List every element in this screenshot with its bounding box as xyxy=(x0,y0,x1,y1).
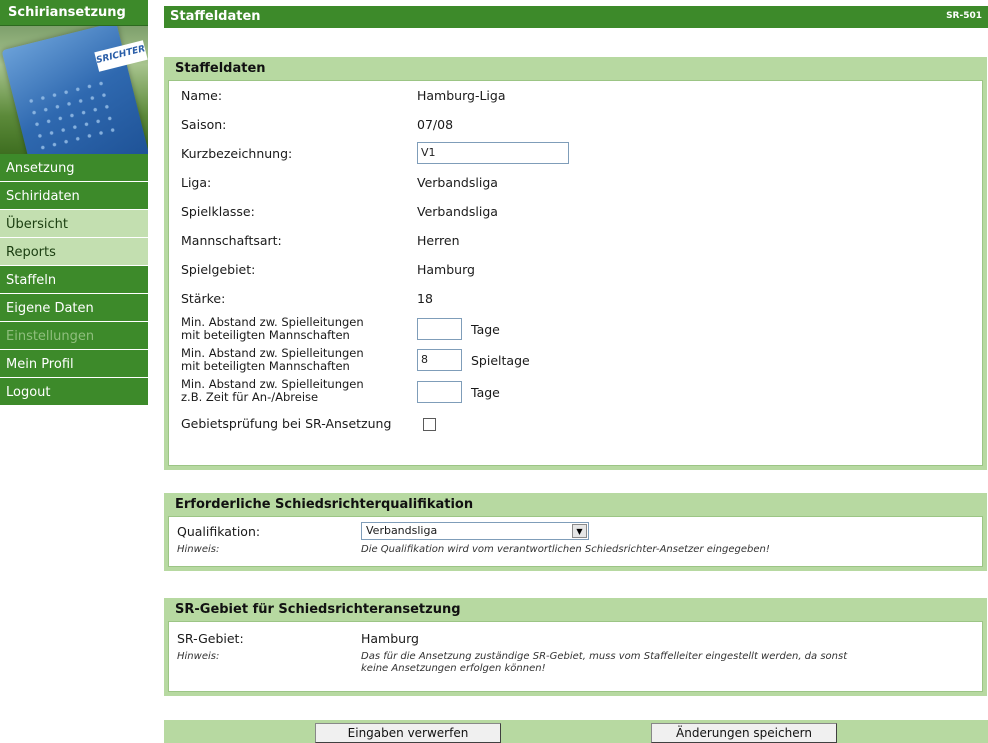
row-saison: Saison: 07/08 xyxy=(169,110,982,139)
abstand-3-unit: Tage xyxy=(471,385,500,400)
abstand-1-label-line2: mit beteiligten Mannschaften xyxy=(181,328,350,342)
srgebiet-row: SR-Gebiet: Hamburg xyxy=(169,628,982,648)
staffeldaten-panel-title: Staffeldaten xyxy=(175,61,266,76)
qualifikation-panel: Erforderliche Schiedsrichterqualifikatio… xyxy=(164,493,987,571)
sidebar-item-ansetzung[interactable]: Ansetzung xyxy=(0,154,148,182)
staerke-value: 18 xyxy=(417,291,433,306)
gebietspruefung-label: Gebietsprüfung bei SR-Ansetzung xyxy=(181,416,392,431)
liga-value: Verbandsliga xyxy=(417,175,498,190)
discard-button[interactable]: Eingaben verwerfen xyxy=(315,723,501,743)
abstand-2-label: Min. Abstand zw. Spielleitungen mit bete… xyxy=(181,347,364,373)
abstand-3-label-line2: z.B. Zeit für An-/Abreise xyxy=(181,390,319,404)
row-mannschaftsart: Mannschaftsart: Herren xyxy=(169,226,982,255)
srgebiet-panel-title: SR-Gebiet für Schiedsrichteransetzung xyxy=(175,602,461,617)
row-kurzbezeichnung: Kurzbezeichnung: V1 xyxy=(169,139,982,168)
srgebiet-hint-label: Hinweis: xyxy=(177,651,220,662)
row-gebietspruefung: Gebietsprüfung bei SR-Ansetzung xyxy=(169,409,982,438)
spielklasse-value: Verbandsliga xyxy=(417,204,498,219)
spielgebiet-value: Hamburg xyxy=(417,262,475,277)
qualifikation-hint-label: Hinweis: xyxy=(177,544,220,555)
kurzbezeichnung-input[interactable]: V1 xyxy=(417,142,569,164)
qualifikation-row: Qualifikation: Verbandsliga ▼ xyxy=(169,521,982,541)
qualifikation-select[interactable]: Verbandsliga ▼ xyxy=(361,522,589,540)
saison-value: 07/08 xyxy=(417,117,454,132)
abstand-2-label-line2: mit beteiligten Mannschaften xyxy=(181,359,350,373)
sidebar-item-reports[interactable]: Reports xyxy=(0,238,148,266)
abstand-3-label: Min. Abstand zw. Spielleitungen z.B. Zei… xyxy=(181,378,364,404)
kurzbezeichnung-label: Kurzbezeichnung: xyxy=(181,146,293,161)
qualifikation-panel-body: Qualifikation: Verbandsliga ▼ Hinweis: D… xyxy=(168,516,983,567)
liga-label: Liga: xyxy=(181,175,212,190)
abstand-3-input[interactable] xyxy=(417,381,462,403)
qualifikation-hint-row: Hinweis: Die Qualifikation wird vom vera… xyxy=(169,541,982,561)
name-value: Hamburg-Liga xyxy=(417,88,506,103)
row-liga: Liga: Verbandsliga xyxy=(169,168,982,197)
dropdown-arrow-icon[interactable]: ▼ xyxy=(572,524,587,538)
abstand-2-unit: Spieltage xyxy=(471,353,530,368)
sidebar-item-mein-profil[interactable]: Mein Profil xyxy=(0,350,148,378)
srgebiet-panel-body: SR-Gebiet: Hamburg Hinweis: Das für die … xyxy=(168,621,983,692)
srgebiet-value: Hamburg xyxy=(361,631,419,646)
name-label: Name: xyxy=(181,88,223,103)
row-spielgebiet: Spielgebiet: Hamburg xyxy=(169,255,982,284)
page-title: Staffeldaten xyxy=(170,9,261,24)
mannschaftsart-value: Herren xyxy=(417,233,460,248)
sidebar-item-eigene-daten[interactable]: Eigene Daten xyxy=(0,294,148,322)
page-code: SR-501 xyxy=(946,11,982,21)
sidebar-title: Schiriansetzung xyxy=(0,0,148,26)
sidebar-item-staffeln[interactable]: Staffeln xyxy=(0,266,148,294)
qualifikation-label: Qualifikation: xyxy=(177,524,261,539)
abstand-1-input[interactable] xyxy=(417,318,462,340)
qualifikation-selected-value: Verbandsliga xyxy=(366,524,438,537)
row-spielklasse: Spielklasse: Verbandsliga xyxy=(169,197,982,226)
staerke-label: Stärke: xyxy=(181,291,226,306)
sidebar-logo-image: SRICHTER xyxy=(0,26,148,154)
abstand-1-label: Min. Abstand zw. Spielleitungen mit bete… xyxy=(181,316,364,342)
footer-bar: Eingaben verwerfen Änderungen speichern xyxy=(164,720,988,743)
abstand-2-input[interactable]: 8 xyxy=(417,349,462,371)
sidebar-item-logout[interactable]: Logout xyxy=(0,378,148,406)
staffeldaten-panel-body: Name: Hamburg-Liga Saison: 07/08 Kurzbez… xyxy=(168,80,983,466)
spielklasse-label: Spielklasse: xyxy=(181,204,255,219)
srgebiet-label: SR-Gebiet: xyxy=(177,631,244,646)
qualifikation-hint-text: Die Qualifikation wird vom verantwortlic… xyxy=(361,544,770,555)
row-staerke: Stärke: 18 xyxy=(169,284,982,313)
staffeldaten-panel: Staffeldaten Name: Hamburg-Liga Saison: … xyxy=(164,57,987,470)
qualifikation-panel-title: Erforderliche Schiedsrichterqualifikatio… xyxy=(175,497,474,512)
srgebiet-panel: SR-Gebiet für Schiedsrichteransetzung SR… xyxy=(164,598,987,696)
srgebiet-hint-row: Hinweis: Das für die Ansetzung zuständig… xyxy=(169,648,982,680)
row-abstand-3: Min. Abstand zw. Spielleitungen z.B. Zei… xyxy=(169,375,982,409)
sidebar-item-schiridaten[interactable]: Schiridaten xyxy=(0,182,148,210)
row-abstand-1: Min. Abstand zw. Spielleitungen mit bete… xyxy=(169,313,982,344)
saison-label: Saison: xyxy=(181,117,227,132)
sidebar-item-uebersicht[interactable]: Übersicht xyxy=(0,210,148,238)
save-button[interactable]: Änderungen speichern xyxy=(651,723,837,743)
srgebiet-hint-line1: Das für die Ansetzung zuständige SR-Gebi… xyxy=(361,651,848,662)
srgebiet-hint-line2: keine Ansetzungen erfolgen können! xyxy=(361,663,546,674)
srgebiet-hint-text: Das für die Ansetzung zuständige SR-Gebi… xyxy=(361,651,847,675)
row-abstand-2: Min. Abstand zw. Spielleitungen mit bete… xyxy=(169,344,982,375)
row-name: Name: Hamburg-Liga xyxy=(169,81,982,110)
spielgebiet-label: Spielgebiet: xyxy=(181,262,256,277)
mannschaftsart-label: Mannschaftsart: xyxy=(181,233,282,248)
sidebar-item-einstellungen: Einstellungen xyxy=(0,322,148,350)
abstand-1-unit: Tage xyxy=(471,322,500,337)
page-header: Staffeldaten SR-501 xyxy=(164,6,988,28)
gebietspruefung-checkbox[interactable] xyxy=(423,418,436,431)
sidebar: Schiriansetzung SRICHTER Ansetzung Schir… xyxy=(0,0,148,743)
